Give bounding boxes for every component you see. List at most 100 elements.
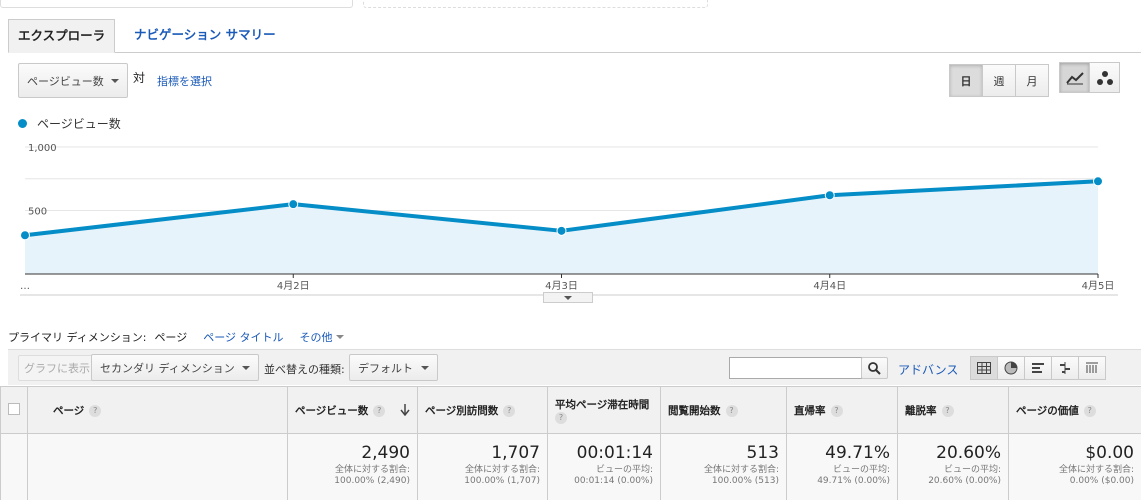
help-icon[interactable]: ? [89,404,102,417]
chevron-down-icon [421,365,429,370]
header-page[interactable]: ページ? [27,386,288,434]
help-icon[interactable]: ? [941,404,954,417]
data-point [556,225,567,236]
help-icon[interactable]: ? [503,404,516,417]
chart-expander[interactable] [543,292,593,303]
total-sub-value: 100.00% (513) [711,476,779,486]
secondary-dimension-label: セカンダリ ディメンション [100,361,235,375]
totals-row: 2,490 全体に対する割合: 100.00% (2,490) 1,707 全体に対す… [0,433,1141,500]
sort-desc-arrow-icon [400,404,410,416]
segment-box[interactable] [363,0,708,8]
table-view-selector [970,356,1106,380]
period-day-button[interactable]: 日 [949,64,983,97]
x-tick-label: 4月2日 [277,280,310,292]
total-sub-value: 100.00% (1,707) [464,476,540,486]
total-sub-value: 00:01:14 (0.00%) [574,476,653,486]
comparison-view-button[interactable] [1051,356,1079,380]
line-chart-button[interactable] [1059,62,1090,93]
header-label: ページ別訪問数 [425,404,499,417]
header-label: 離脱率 [905,404,937,417]
dimension-page: ページ [154,331,188,344]
header-label: ページビュー数 [295,404,369,417]
date-range-box[interactable] [0,0,353,8]
primary-dimension-label: プライマリ ディメンション: [8,331,147,344]
motion-chart-button[interactable] [1089,62,1120,93]
metric-dropdown-label: ページビュー数 [27,74,104,88]
sort-type-dropdown[interactable]: デフォルト [349,354,438,381]
data-point [824,190,835,201]
select-metric-link[interactable]: 指標を選択 [157,73,212,89]
total-sub-value: 49.71% (0.00%) [817,476,890,486]
total-exit-rate: 20.60% ビューの平均: 20.60% (0.00%) [897,433,1009,500]
total-bounce-rate: 49.71% ビューの平均: 49.71% (0.00%) [786,433,898,500]
dimension-more-link[interactable]: その他 [300,329,344,345]
header-page-value[interactable]: ページの価値? [1008,386,1141,434]
legend-label: ページビュー数 [37,117,121,131]
table-search-input[interactable] [729,357,862,379]
table-view-button[interactable] [970,356,998,380]
data-point [288,199,299,210]
header-exit-rate[interactable]: 離脱率? [897,386,1009,434]
search-button[interactable] [861,357,888,379]
performance-view-button[interactable] [1024,356,1052,380]
x-tick-label: 4月5日 [1082,280,1115,292]
pie-view-button[interactable] [997,356,1025,380]
period-week-button[interactable]: 週 [982,64,1016,97]
legend-dot [18,119,27,128]
total-entrances: 513 全体に対する割合: 100.00% (513) [660,433,787,500]
help-icon[interactable]: ? [373,404,386,417]
pivot-icon [1086,362,1098,373]
total-sub-value: 100.00% (2,490) [334,476,410,486]
data-point [20,230,30,241]
total-page-value: $0.00 全体に対する割合: 0.00% ($0.00) [1008,433,1141,500]
header-unique-pageviews[interactable]: ページ別訪問数? [417,386,548,434]
header-avg-time[interactable]: 平均ページ滞在時間? [547,386,661,434]
pageviews-chart: 1,000 500 … 4月2日 4月3日 4月4日 4月5日 [20,143,1118,296]
vs-label: 対 [133,71,146,85]
total-value: 20.60% [936,443,1001,463]
table-toolbar: グラフに表示 セカンダリ ディメンション 並べ替えの種類: デフォルト アドバン… [8,349,1141,385]
header-bounce-rate[interactable]: 直帰率? [786,386,898,434]
advanced-filter-link[interactable]: アドバンス [898,361,958,378]
plot-rows-button[interactable]: グラフに表示 [18,355,95,381]
total-sub-label: ビューの平均: [595,465,653,475]
select-all-checkbox[interactable] [8,402,20,415]
total-unique-pageviews: 1,707 全体に対する割合: 100.00% (1,707) [417,433,548,500]
dimension-more-label: その他 [299,331,333,344]
total-sub-label: 全体に対する割合: [464,465,540,475]
chart-type-selector [1059,62,1120,93]
total-sub-label: ビューの平均: [943,465,1001,475]
data-table: ページ? ページビュー数? ページ別訪問数? 平均ページ滞在時間? 閲覧開始数?… [0,386,1141,500]
header-pageviews[interactable]: ページビュー数? [287,386,418,434]
help-icon[interactable]: ? [555,411,567,424]
pivot-view-button[interactable] [1078,356,1106,380]
x-tick-label: 4月4日 [813,280,846,292]
line-chart-icon [1065,71,1084,84]
header-label: 平均ページ滞在時間 [555,398,650,411]
pie-chart-icon [1004,361,1018,375]
x-tick-label: 4月3日 [545,280,578,292]
search-icon [868,361,881,375]
header-entrances[interactable]: 閲覧開始数? [660,386,787,434]
select-all-cell [0,386,28,434]
bubble-chart-icon [1096,70,1113,85]
secondary-dimension-dropdown[interactable]: セカンダリ ディメンション [91,354,259,381]
totals-label-cell [27,433,288,500]
total-sub-label: ビューの平均: [832,465,890,475]
sort-type-label: 並べ替えの種類: [264,363,345,376]
tab-navigation-summary[interactable]: ナビゲーション サマリー [125,19,285,53]
total-sub-value: 0.00% ($0.00) [1069,476,1134,486]
help-icon[interactable]: ? [725,404,738,417]
y-tick-label: 1,000 [28,143,57,154]
data-point [1093,176,1103,187]
metric-dropdown[interactable]: ページビュー数 [18,63,128,98]
dimension-page-title-link[interactable]: ページ タイトル [203,329,283,345]
tab-explorer[interactable]: エクスプローラ [8,19,116,53]
total-avg-time: 00:01:14 ビューの平均: 00:01:14 (0.00%) [547,433,661,500]
help-icon[interactable]: ? [830,404,843,417]
period-month-button[interactable]: 月 [1015,64,1049,97]
header-label: 直帰率 [794,404,826,417]
total-sub-label: 全体に対する割合: [334,465,410,475]
total-sub-label: 全体に対する割合: [1058,465,1134,475]
help-icon[interactable]: ? [1083,404,1096,417]
